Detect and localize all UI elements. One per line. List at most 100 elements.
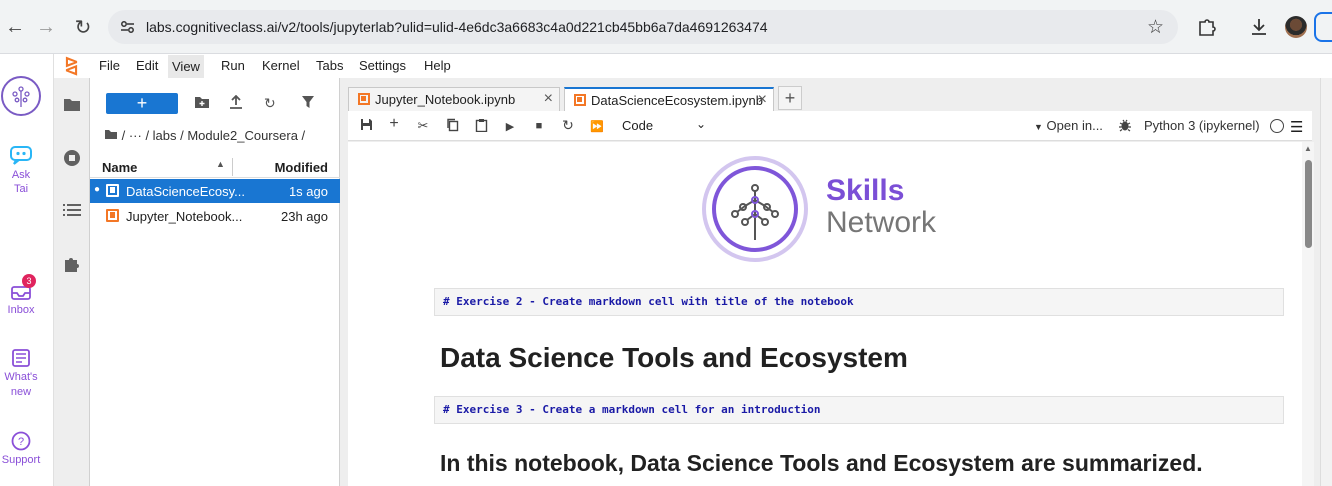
notebook-title-heading[interactable]: Data Science Tools and Ecosystem — [440, 342, 908, 374]
cut-icon[interactable]: ✂ — [415, 118, 431, 134]
restart-kernel-icon[interactable]: ↻ — [560, 117, 576, 134]
menu-view[interactable]: View — [168, 55, 204, 78]
newspaper-icon — [12, 349, 30, 367]
notebook-content[interactable]: Skills Network # Exercise 2 - Create mar… — [348, 142, 1304, 486]
tree-network-icon — [731, 184, 779, 240]
kernel-status-icon — [1270, 119, 1284, 133]
address-bar[interactable]: labs.cognitiveclass.ai/v2/tools/jupyterl… — [108, 10, 1178, 44]
right-sidebar-strip — [1320, 78, 1332, 486]
menu-run[interactable]: Run — [217, 58, 249, 73]
restart-run-all-icon[interactable]: ⏩ — [589, 120, 605, 133]
scroll-thumb[interactable] — [1305, 160, 1312, 248]
file-list-header: Name ▲ Modified — [90, 156, 340, 178]
whats-new-button[interactable]: What's new — [0, 348, 42, 400]
support-button[interactable]: ? Support — [0, 430, 42, 466]
notebook-tab-icon — [574, 94, 586, 106]
debugger-icon[interactable] — [1118, 118, 1132, 135]
skills-network-logo-icon[interactable] — [1, 76, 41, 116]
breadcrumb-folder-icon[interactable] — [104, 128, 122, 143]
file-modified: 1s ago — [288, 184, 328, 199]
notebook-tab-icon — [358, 93, 370, 105]
menu-help[interactable]: Help — [420, 58, 455, 73]
run-cell-icon[interactable]: ▶ — [502, 120, 518, 133]
bookmark-star-icon[interactable]: ☆ — [1147, 16, 1164, 39]
ask-tai-label: Ask Tai — [11, 169, 31, 195]
back-icon[interactable]: ← — [2, 14, 28, 40]
save-icon[interactable] — [358, 118, 374, 134]
reload-icon[interactable]: ↻ — [70, 14, 96, 40]
jupyter-menubar: ⧎ File Edit View Run Kernel Tabs Setting… — [54, 54, 1332, 78]
introduction-heading[interactable]: In this notebook, Data Science Tools and… — [440, 450, 1203, 477]
ask-tai-button[interactable]: Ask Tai — [0, 144, 42, 196]
insert-cell-icon[interactable]: + — [386, 115, 402, 133]
close-tab-icon[interactable]: × — [758, 91, 767, 109]
menu-settings[interactable]: Settings — [355, 58, 410, 73]
menu-kernel[interactable]: Kernel — [258, 58, 304, 73]
tab-datascience-ecosystem[interactable]: DataScienceEcosystem.ipynb × — [564, 87, 774, 112]
paste-icon[interactable] — [473, 118, 489, 135]
whats-new-label: What's new — [4, 371, 38, 398]
breadcrumb-path[interactable]: / ··· / labs / Module2_Coursera / — [122, 128, 306, 143]
extensions-icon[interactable] — [1196, 16, 1218, 38]
profile-avatar[interactable] — [1285, 16, 1307, 38]
forward-icon[interactable]: → — [33, 14, 59, 40]
caret-down-icon: ▼ — [1034, 122, 1043, 132]
menu-icon[interactable]: ☰ — [1290, 118, 1303, 136]
copy-icon[interactable] — [444, 118, 460, 135]
support-label: Support — [1, 454, 41, 466]
column-name-header[interactable]: Name — [102, 160, 137, 175]
inbox-button[interactable]: 3 Inbox — [0, 274, 42, 316]
running-kernels-icon[interactable] — [62, 148, 82, 168]
menu-tabs[interactable]: Tabs — [312, 58, 347, 73]
file-name: DataScienceEcosy... — [126, 184, 244, 199]
column-modified-header[interactable]: Modified — [275, 160, 328, 175]
filter-icon[interactable] — [301, 95, 315, 112]
notebook-toolbar: + ✂ ▶ ■ ↻ ⏩ Code ⌄ ▼ Open in... Python 3… — [348, 111, 1312, 141]
new-folder-icon[interactable] — [194, 95, 210, 112]
tab-jupyter-notebook[interactable]: Jupyter_Notebook.ipynb × — [348, 87, 560, 111]
logo-network-text: Network — [826, 206, 937, 239]
side-panel-button[interactable] — [1314, 12, 1332, 42]
site-settings-icon[interactable] — [118, 17, 138, 37]
folder-icon[interactable] — [62, 94, 82, 114]
file-row[interactable]: Jupyter_Notebook... 23h ago — [90, 204, 340, 228]
file-modified: 23h ago — [281, 209, 328, 224]
close-tab-icon[interactable]: × — [544, 90, 553, 108]
main-dock-area: Jupyter_Notebook.ipynb × DataScienceEcos… — [340, 78, 1320, 486]
extension-manager-icon[interactable] — [62, 254, 82, 274]
browser-toolbar: ← → ↻ labs.cognitiveclass.ai/v2/tools/ju… — [0, 0, 1332, 54]
notebook-file-icon — [106, 209, 119, 222]
jupyter-activity-bar — [54, 78, 90, 486]
site-sidebar: Ask Tai 3 Inbox What's new ? Support — [0, 54, 54, 486]
breadcrumb[interactable]: / ··· / labs / Module2_Coursera / — [104, 128, 305, 143]
markdown-source-cell[interactable]: # Exercise 3 - Create a markdown cell fo… — [434, 396, 1284, 424]
cell-type-value: Code — [622, 118, 654, 133]
file-name: Jupyter_Notebook... — [126, 209, 243, 224]
menu-file[interactable]: File — [95, 58, 124, 73]
upload-icon[interactable] — [229, 94, 243, 112]
cell-type-dropdown[interactable]: Code ⌄ — [622, 117, 706, 133]
scroll-up-icon[interactable]: ▲ — [1304, 144, 1312, 153]
notebook-file-icon — [106, 184, 119, 197]
open-in-dropdown[interactable]: ▼ Open in... — [1034, 118, 1103, 133]
download-icon[interactable] — [1248, 16, 1270, 38]
interrupt-kernel-icon[interactable]: ■ — [531, 120, 547, 132]
open-in-label: Open in... — [1046, 118, 1103, 133]
inbox-label: Inbox — [7, 304, 35, 316]
new-launcher-button[interactable]: + — [106, 93, 178, 114]
notebook-scrollbar[interactable]: ▲ — [1302, 142, 1314, 486]
menu-edit[interactable]: Edit — [132, 58, 162, 73]
markdown-source-cell[interactable]: # Exercise 2 - Create markdown cell with… — [434, 288, 1284, 316]
tab-label: DataScienceEcosystem.ipynb — [591, 93, 763, 108]
url-text: labs.cognitiveclass.ai/v2/tools/jupyterl… — [146, 19, 768, 35]
file-browser-panel: + ↻ / ··· / labs / Module2_Coursera / Na… — [90, 78, 340, 486]
jupyter-logo-icon: ⧎ — [64, 55, 80, 75]
open-indicator-icon: ● — [94, 184, 101, 195]
file-row[interactable]: ● DataScienceEcosy... 1s ago — [90, 179, 340, 203]
column-divider[interactable] — [232, 158, 233, 176]
table-of-contents-icon[interactable] — [62, 200, 82, 220]
new-tab-button[interactable]: + — [778, 86, 802, 110]
refresh-icon[interactable]: ↻ — [264, 95, 276, 112]
skills-network-logo — [702, 156, 808, 262]
kernel-name[interactable]: Python 3 (ipykernel) — [1144, 118, 1260, 133]
